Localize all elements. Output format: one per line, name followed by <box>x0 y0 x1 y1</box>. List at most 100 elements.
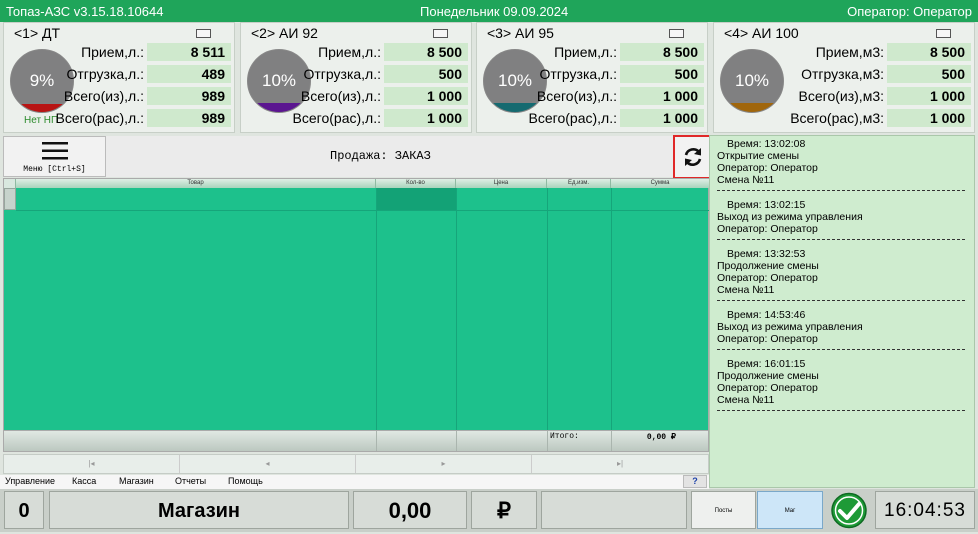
counter-label: Отгрузка,л.: <box>303 66 381 82</box>
order-grid[interactable]: Товар Кол-во Цена Ед.изм. Сумма <box>3 178 710 450</box>
amount-display: 0,00 <box>353 491 467 529</box>
counter-value: 1 000 <box>384 109 468 127</box>
row-selector[interactable] <box>4 188 16 210</box>
mode-button[interactable]: Магазин <box>49 491 349 529</box>
pump-title: <4> АИ 100 <box>724 25 799 41</box>
totals-divider <box>456 431 457 451</box>
log-entry-line: Оператор: Оператор <box>717 272 818 284</box>
nav-first-button[interactable]: |◂ <box>4 455 180 473</box>
counter-label: Всего(рас),л.: <box>55 110 144 126</box>
counter-value: 1 000 <box>620 87 704 105</box>
menu-button-label: Меню [Ctrl+S] <box>23 165 86 174</box>
status-empty-field <box>541 491 687 529</box>
counter-value: 8 511 <box>147 43 231 61</box>
menu-item-reports[interactable]: Отчеты <box>175 476 206 486</box>
counter-value: 500 <box>620 65 704 83</box>
tank-level-fill <box>721 103 783 112</box>
counter-value: 1 000 <box>887 109 971 127</box>
counter-value: 8 500 <box>384 43 468 61</box>
menu-item-cash[interactable]: Касса <box>72 476 96 486</box>
tab-posts[interactable]: Посты <box>691 491 756 529</box>
log-entry-line: Смена №11 <box>717 394 775 406</box>
hamburger-icon <box>42 142 68 160</box>
column-header-price[interactable]: Цена <box>456 179 547 188</box>
refresh-icon <box>684 148 702 166</box>
totals-divider <box>611 431 612 451</box>
nav-next-button[interactable]: ▸ <box>356 455 532 473</box>
column-header-qty[interactable]: Кол-во <box>376 179 456 188</box>
pump-title: <3> АИ 95 <box>487 25 554 41</box>
date-label: Понедельник 09.09.2024 <box>420 4 569 19</box>
log-separator <box>717 239 965 240</box>
column-header-sum[interactable]: Сумма <box>611 179 710 188</box>
nav-last-button[interactable]: ▸| <box>532 455 708 473</box>
counter-row: Отгрузка,л.: 500 <box>539 65 707 84</box>
log-entry-line: Оператор: Оператор <box>717 223 818 235</box>
menu-item-shop[interactable]: Магазин <box>119 476 154 486</box>
totals-divider <box>547 431 548 451</box>
counter-row: Прием,л.: 8 500 <box>318 43 471 62</box>
help-info-icon[interactable]: ? <box>683 475 707 488</box>
operator-label: Оператор: Оператор <box>847 4 972 19</box>
menu-item-control[interactable]: Управление <box>5 476 55 486</box>
totals-bar: Итого: 0,00 ₽ <box>3 430 709 452</box>
selected-cell[interactable] <box>376 188 456 210</box>
log-entry: Время: 13:32:53 Продолжение смены Оператор… <box>717 248 967 296</box>
pump-title: <1> ДТ <box>14 25 61 41</box>
counter-value: 989 <box>147 87 231 105</box>
log-entry-line: Оператор: Оператор <box>717 382 818 394</box>
counter-row: Всего(рас),л.: 1 000 <box>529 109 707 128</box>
log-entry-time: Время: 13:32:53 <box>727 248 806 260</box>
counter-label: Всего(из),л.: <box>300 88 381 104</box>
column-header-item[interactable]: Товар <box>16 179 376 188</box>
clock: 16:04:53 <box>875 491 975 529</box>
menu-button[interactable]: Меню [Ctrl+S] <box>3 136 106 177</box>
counter-value: 8 500 <box>887 43 971 61</box>
grid-column-divider <box>611 188 612 430</box>
currency-sign: ₽ <box>471 491 537 529</box>
counter-value: 1 000 <box>887 87 971 105</box>
grid-navigation: |◂ ◂ ▸ ▸| <box>3 454 709 474</box>
log-entry-time: Время: 13:02:15 <box>727 199 806 211</box>
log-entry-line: Выход из режима управления <box>717 321 863 333</box>
menu-bar: Управление Касса Магазин Отчеты Помощь ? <box>0 475 709 489</box>
pump-panel[interactable]: <2> АИ 92 10% Прием,л.: 8 500 Отгрузка,л… <box>240 22 472 133</box>
log-separator <box>717 190 965 191</box>
log-entry-line: Смена №11 <box>717 174 775 186</box>
pump-panel[interactable]: <3> АИ 95 10% Прием,л.: 8 500 Отгрузка,л… <box>476 22 708 133</box>
event-log[interactable]: Время: 13:02:08 Открытие смены Оператор: О… <box>709 135 975 488</box>
counter-value: 1 000 <box>620 109 704 127</box>
log-entry-line: Открытие смены <box>717 150 800 162</box>
counter-value: 500 <box>887 65 971 83</box>
log-separator <box>717 300 965 301</box>
log-entry-time: Время: 13:02:08 <box>727 138 806 150</box>
pump-title: <2> АИ 92 <box>251 25 318 41</box>
counter-label: Прием,м3: <box>815 44 884 60</box>
pump-panel[interactable]: <1> ДТ 9% Нет НП Прием,л.: 8 511 Отгрузк… <box>3 22 235 133</box>
counter-label: Отгрузка,м3: <box>801 66 884 82</box>
tank-level-percent: 10% <box>734 71 770 90</box>
total-value: 0,00 ₽ <box>646 433 676 442</box>
pump-panel[interactable]: <4> АИ 100 10% Прием,м3: 8 500 Отгрузка,… <box>713 22 975 133</box>
log-entry-line: Продолжение смены <box>717 260 819 272</box>
confirm-button[interactable] <box>827 492 871 529</box>
log-entry-line: Выход из режима управления <box>717 211 863 223</box>
nav-prev-button[interactable]: ◂ <box>180 455 356 473</box>
column-header-unit[interactable]: Ед.изм. <box>547 179 611 188</box>
tab-shop[interactable]: Маг <box>757 491 823 529</box>
counter-row: Прием,л.: 8 511 <box>81 43 234 62</box>
check-icon <box>831 492 867 529</box>
log-separator <box>717 349 965 350</box>
counter-row: Прием,м3: 8 500 <box>794 43 974 62</box>
counter-label: Прием,л.: <box>318 44 381 60</box>
counter-label: Всего(из),м3: <box>798 88 884 104</box>
log-entry-line: Оператор: Оператор <box>717 162 818 174</box>
counter-label: Отгрузка,л.: <box>539 66 617 82</box>
counter-value: 989 <box>147 109 231 127</box>
menu-item-help[interactable]: Помощь <box>228 476 263 486</box>
log-entry-time: Время: 16:01:15 <box>727 358 806 370</box>
refresh-button[interactable] <box>673 135 713 179</box>
counter-row: Всего(рас),л.: 1 000 <box>293 109 471 128</box>
grid-column-divider <box>456 188 457 430</box>
counter-row: Всего(рас),л.: 989 <box>56 109 234 128</box>
